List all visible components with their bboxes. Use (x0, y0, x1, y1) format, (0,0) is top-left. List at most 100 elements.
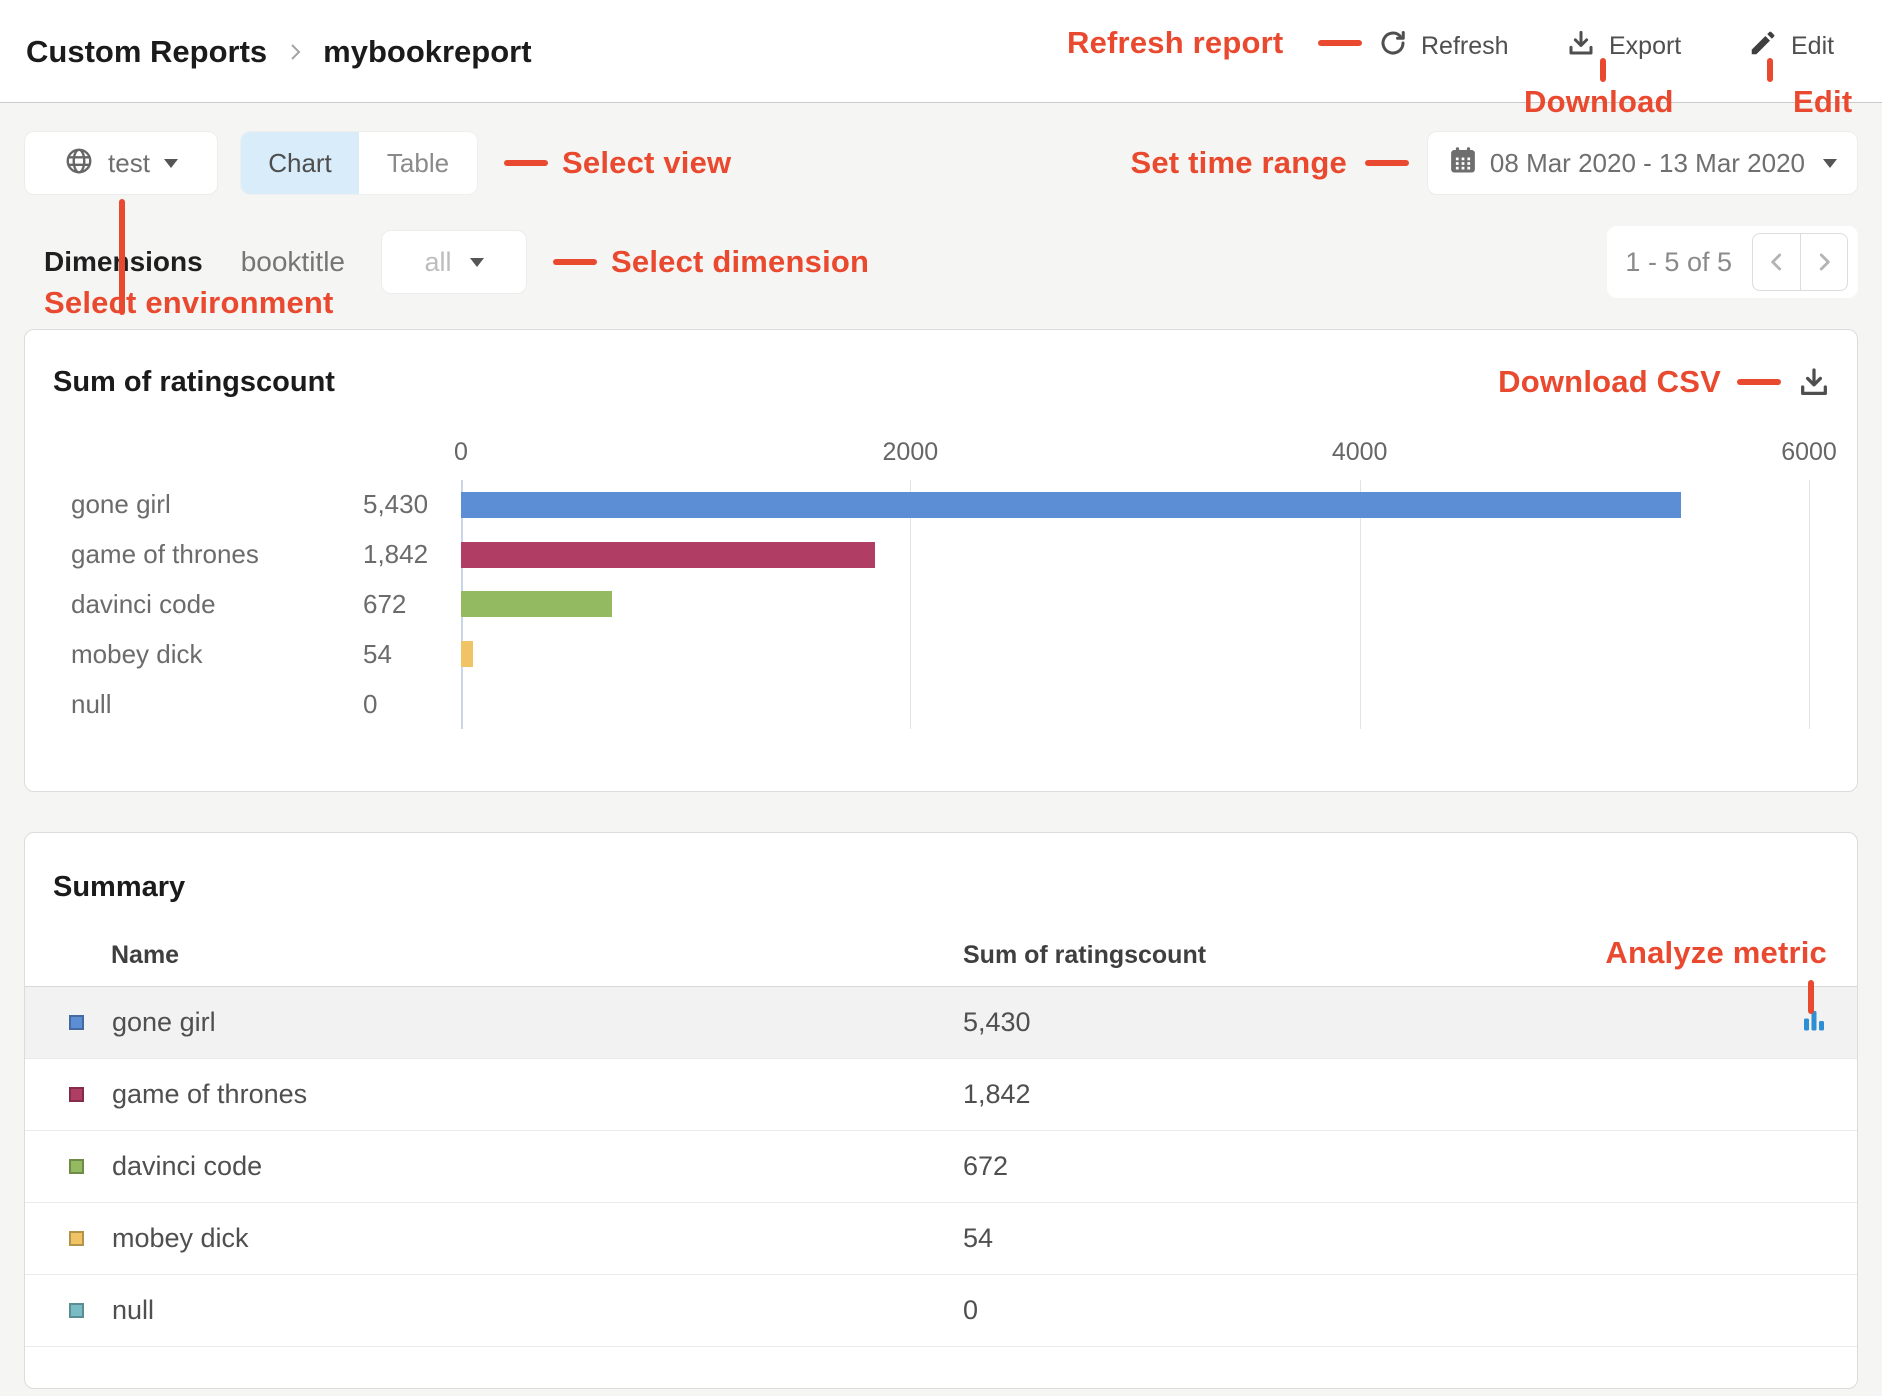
export-label: Export (1609, 32, 1681, 61)
breadcrumb-section[interactable]: Custom Reports (26, 34, 267, 70)
report-controls: test Chart Table Select view Set time ra… (0, 103, 1882, 295)
date-range-value: 08 Mar 2020 - 13 Mar 2020 (1490, 148, 1805, 179)
chart-category-label: game of thrones (25, 539, 363, 570)
row-name: null (112, 1295, 154, 1326)
chart-card: Sum of ratingscount Download CSV 0200040… (24, 329, 1858, 792)
dimension-filter-dropdown[interactable]: all (381, 230, 527, 294)
chart-value-label: 1,842 (363, 539, 461, 570)
row-value: 1,842 (963, 1079, 1031, 1110)
row-value: 672 (963, 1151, 1008, 1182)
download-icon (1797, 365, 1831, 399)
chart-row: gone girl 5,430 (25, 480, 1809, 530)
chart-value-label: 0 (363, 689, 461, 720)
chart-row: davinci code 672 (25, 580, 1809, 630)
annotation-dash (1365, 160, 1409, 166)
table-row: mobey dick 54 (25, 1203, 1857, 1275)
chart-value-label: 5,430 (363, 489, 461, 520)
pagination: 1 - 5 of 5 (1607, 226, 1858, 298)
refresh-icon (1378, 28, 1408, 65)
chart-bar-area (461, 580, 1809, 630)
chart-row: game of thrones 1,842 (25, 530, 1809, 580)
series-color-swatch (69, 1159, 84, 1174)
date-range-picker[interactable]: 08 Mar 2020 - 13 Mar 2020 (1427, 131, 1858, 195)
chart-row: mobey dick 54 (25, 629, 1809, 679)
table-row: game of thrones 1,842 (25, 1059, 1857, 1131)
download-icon (1566, 28, 1596, 65)
chart-category-label: gone girl (25, 489, 363, 520)
chart-title: Sum of ratingscount (53, 366, 335, 399)
row-name: game of thrones (112, 1079, 307, 1110)
annotation-select-view: Select view (562, 145, 731, 181)
row-value: 5,430 (963, 1007, 1031, 1038)
axis-tick-label: 0 (454, 438, 468, 467)
annotation-download: Download (1524, 84, 1674, 120)
chart-bar-area (461, 530, 1809, 580)
next-page-button[interactable] (1800, 234, 1847, 290)
page-header: Custom Reports mybookreport Refresh repo… (0, 0, 1882, 103)
annotation-analyze-metric: Analyze metric (1605, 935, 1827, 971)
row-value: 0 (963, 1295, 978, 1326)
chart-bar-area (461, 679, 1809, 729)
chart-row: null 0 (25, 679, 1809, 729)
chart-value-label: 672 (363, 589, 461, 620)
annotation-refresh-report: Refresh report (1067, 25, 1283, 61)
refresh-button[interactable]: Refresh (1378, 0, 1509, 92)
chevron-down-icon (470, 258, 484, 267)
annotation-select-environment: Select environment (44, 285, 334, 321)
annotation-edit: Edit (1793, 84, 1852, 120)
analyze-metric-icon[interactable] (1801, 1007, 1827, 1038)
breadcrumb: Custom Reports mybookreport (26, 0, 532, 103)
table-row: gone girl 5,430 (25, 987, 1857, 1059)
tab-chart[interactable]: Chart (241, 132, 359, 194)
row-name: gone girl (112, 1007, 216, 1038)
column-header-value: Sum of ratingscount (963, 941, 1206, 970)
table-row: davinci code 672 (25, 1131, 1857, 1203)
annotation-dash (553, 259, 597, 265)
table-row: null 0 (25, 1275, 1857, 1347)
download-csv-area: Download CSV (1498, 364, 1831, 400)
chevron-right-icon (283, 40, 307, 64)
annotation-select-dimension: Select dimension (611, 244, 869, 280)
pagination-buttons (1752, 233, 1848, 291)
row-value: 54 (963, 1223, 993, 1254)
environment-dropdown[interactable]: test (24, 131, 218, 195)
refresh-label: Refresh (1421, 32, 1509, 61)
annotation-set-time-range: Set time range (1130, 145, 1346, 181)
edit-button[interactable]: Edit (1748, 0, 1834, 92)
annotation-line (1767, 58, 1773, 82)
annotation-line (1600, 58, 1606, 82)
tab-table[interactable]: Table (359, 132, 477, 194)
chart-value-label: 54 (363, 639, 461, 670)
environment-value: test (108, 148, 150, 179)
row-name: mobey dick (112, 1223, 249, 1254)
series-color-swatch (69, 1087, 84, 1102)
chart-bar-area (461, 480, 1809, 530)
series-color-swatch (69, 1231, 84, 1246)
annotation-line (1808, 980, 1814, 1014)
previous-page-button[interactable] (1753, 234, 1800, 290)
annotation-dash (1318, 40, 1362, 46)
summary-table-body: gone girl 5,430 game of thrones 1,842 da… (25, 987, 1857, 1347)
chart-bar (461, 641, 473, 667)
axis-tick-label: 2000 (883, 438, 939, 467)
chart-category-label: null (25, 689, 363, 720)
chart-bar (461, 591, 612, 617)
summary-table-header: Name Sum of ratingscount (25, 933, 1857, 987)
chevron-down-icon (164, 159, 178, 168)
globe-icon (64, 146, 94, 181)
export-button[interactable]: Export (1566, 0, 1681, 92)
calendar-icon (1448, 145, 1478, 182)
chart-category-label: davinci code (25, 589, 363, 620)
chart-bar (461, 542, 875, 568)
annotation-dash (1737, 379, 1781, 385)
chart-rows: gone girl 5,430 game of thrones 1,842 da… (25, 480, 1809, 729)
chart-category-label: mobey dick (25, 639, 363, 670)
edit-label: Edit (1791, 32, 1834, 61)
toolbar-row: test Chart Table Select view Set time ra… (24, 131, 1858, 195)
bar-chart-icon (1801, 1007, 1827, 1033)
annotation-dash (504, 160, 548, 166)
annotation-download-csv: Download CSV (1498, 364, 1721, 400)
chart-bar (461, 492, 1681, 518)
summary-card: Summary Name Sum of ratingscount gone gi… (24, 832, 1858, 1389)
download-csv-button[interactable] (1797, 365, 1831, 399)
